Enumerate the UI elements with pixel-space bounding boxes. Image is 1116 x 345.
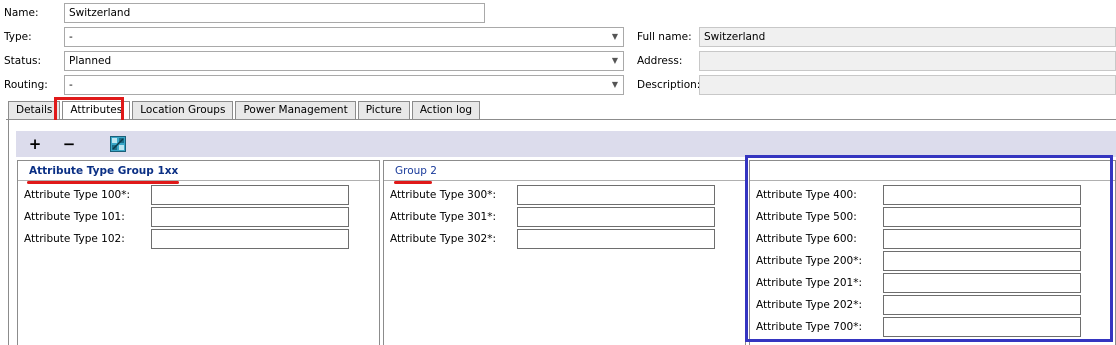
status-select[interactable]: Planned ▼	[64, 51, 624, 71]
annotation-blue-box	[745, 155, 1113, 342]
status-label: Status:	[4, 55, 41, 67]
grid-settings-icon[interactable]	[110, 136, 126, 152]
address-field[interactable]	[699, 51, 1116, 71]
tab-picture[interactable]: Picture	[357, 101, 410, 119]
panel-title: Group 2	[395, 165, 437, 177]
attributes-toolbar: + −	[16, 131, 1116, 157]
attribute-label: Attribute Type 101:	[24, 211, 125, 223]
fullname-field: Switzerland	[699, 27, 1116, 47]
routing-select-value: -	[69, 79, 73, 91]
annotation-red-underline	[27, 181, 179, 184]
type-label: Type:	[4, 31, 32, 43]
attribute-label: Attribute Type 300*:	[390, 189, 496, 201]
attribute-input[interactable]	[151, 185, 349, 205]
attribute-input[interactable]	[517, 229, 715, 249]
attribute-group-panel-2: Group 2 Attribute Type 300*: Attribute T…	[383, 160, 746, 345]
remove-button[interactable]: −	[60, 131, 78, 157]
chevron-down-icon[interactable]: ▼	[610, 78, 620, 92]
attribute-input[interactable]	[517, 207, 715, 227]
attribute-label: Attribute Type 102:	[24, 233, 125, 245]
annotation-red-underline	[394, 181, 432, 184]
attribute-input[interactable]	[517, 185, 715, 205]
fullname-label: Full name:	[637, 31, 692, 43]
routing-label: Routing:	[4, 79, 48, 91]
name-label: Name:	[4, 7, 39, 19]
type-select-value: -	[69, 31, 73, 43]
attribute-label: Attribute Type 301*:	[390, 211, 496, 223]
attribute-label: Attribute Type 100*:	[24, 189, 130, 201]
description-field[interactable]	[699, 75, 1116, 95]
tab-power-management[interactable]: Power Management	[235, 101, 356, 119]
type-select[interactable]: - ▼	[64, 27, 624, 47]
name-input[interactable]: Switzerland	[64, 3, 485, 23]
attribute-input[interactable]	[151, 229, 349, 249]
panel-header: Attribute Type Group 1xx	[18, 161, 379, 181]
status-select-value: Planned	[69, 55, 112, 67]
panel-title: Attribute Type Group 1xx	[29, 165, 179, 177]
add-button[interactable]: +	[26, 131, 44, 157]
attribute-group-panel-1: Attribute Type Group 1xx Attribute Type …	[17, 160, 380, 345]
tab-action-log[interactable]: Action log	[411, 101, 481, 119]
tab-location-groups[interactable]: Location Groups	[132, 101, 234, 119]
chevron-down-icon[interactable]: ▼	[610, 30, 620, 44]
routing-select[interactable]: - ▼	[64, 75, 624, 95]
address-label: Address:	[637, 55, 683, 67]
description-label: Description:	[637, 79, 701, 91]
attribute-label: Attribute Type 302*:	[390, 233, 496, 245]
panel-header: Group 2	[384, 161, 745, 181]
tab-details[interactable]: Details	[8, 101, 61, 119]
attribute-input[interactable]	[151, 207, 349, 227]
chevron-down-icon[interactable]: ▼	[610, 54, 620, 68]
